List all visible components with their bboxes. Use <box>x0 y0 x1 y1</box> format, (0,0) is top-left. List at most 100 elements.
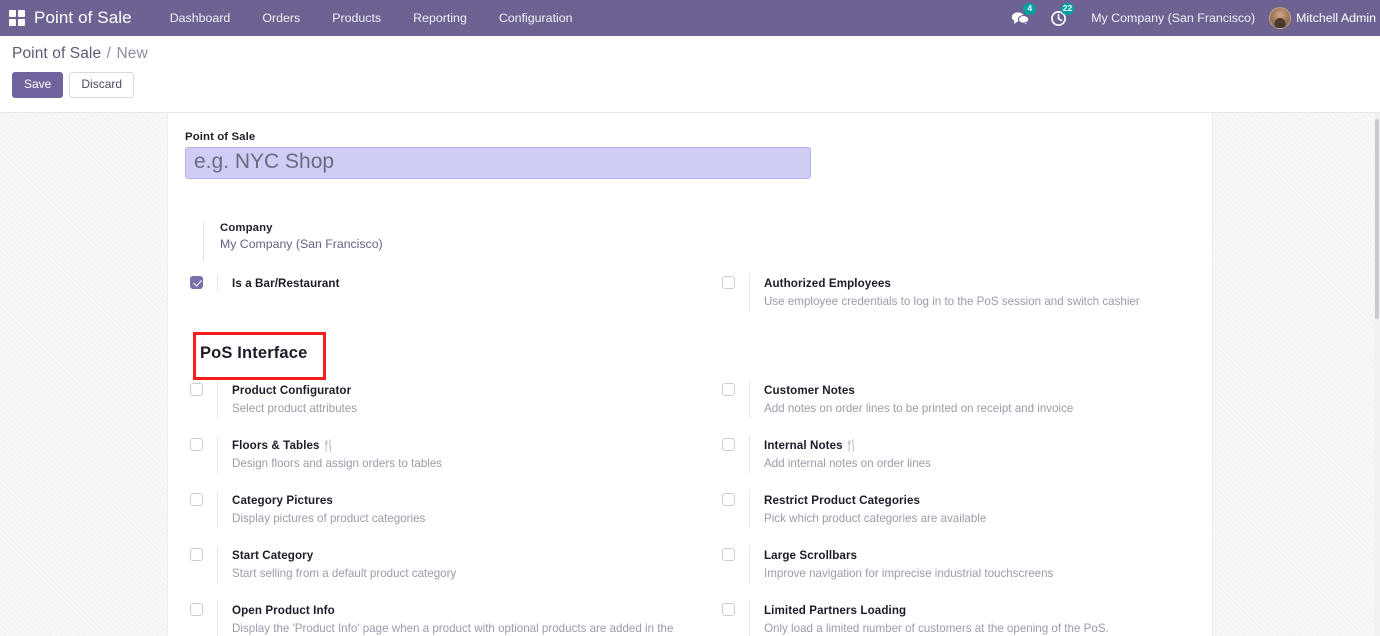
setting-category-pictures[interactable]: Category Pictures Display pictures of pr… <box>190 491 708 528</box>
control-panel: Point of Sale / New Save Discard <box>0 36 1380 113</box>
user-menu[interactable]: Mitchell Admin <box>1269 7 1380 29</box>
setting-title-open-product-info: Open Product Info <box>232 604 335 617</box>
checkbox-floors-and-tables[interactable] <box>190 438 203 451</box>
point-of-sale-name-input[interactable] <box>185 147 811 179</box>
menu-item-configuration[interactable]: Configuration <box>483 0 589 36</box>
setting-desc-authorized-employees: Use employee credentials to log in to th… <box>764 293 1140 311</box>
top-navbar: Point of Sale Dashboard Orders Products … <box>0 0 1380 36</box>
setting-title-text-floors-and-tables: Floors & Tables <box>232 439 320 452</box>
setting-is-a-bar-restaurant[interactable]: Is a Bar/Restaurant <box>190 274 708 292</box>
checkbox-large-scrollbars[interactable] <box>722 548 735 561</box>
menu-item-dashboard[interactable]: Dashboard <box>154 0 247 36</box>
setting-desc-restrict-product-categories: Pick which product categories are availa… <box>764 510 986 528</box>
setting-restrict-product-categories[interactable]: Restrict Product Categories Pick which p… <box>722 491 1231 528</box>
checkbox-start-category[interactable] <box>190 548 203 561</box>
checkbox-product-configurator[interactable] <box>190 383 203 396</box>
breadcrumb-separator: / <box>107 45 111 62</box>
company-field-label: Company <box>220 222 1196 234</box>
setting-internal-notes[interactable]: Internal Notes🍴 Add internal notes on or… <box>722 436 1231 473</box>
form-sheet: Point of Sale Company My Company (San Fr… <box>167 113 1213 636</box>
point-of-sale-label: Point of Sale <box>185 131 1196 143</box>
breadcrumb: Point of Sale / New <box>0 45 1380 63</box>
apps-menu-button[interactable] <box>0 10 34 26</box>
setting-desc-large-scrollbars: Improve navigation for imprecise industr… <box>764 565 1053 583</box>
setting-title-restrict-product-categories: Restrict Product Categories <box>764 494 920 507</box>
settings-column-left-top: Is a Bar/Restaurant <box>185 274 708 329</box>
company-field: Company My Company (San Francisco) <box>203 222 1196 262</box>
checkbox-is-a-bar-restaurant[interactable] <box>190 276 203 289</box>
record-actions: Save Discard <box>0 63 1380 98</box>
setting-large-scrollbars[interactable]: Large Scrollbars Improve navigation for … <box>722 546 1231 583</box>
setting-title-start-category: Start Category <box>232 549 313 562</box>
checkbox-open-product-info[interactable] <box>190 603 203 616</box>
company-field-value[interactable]: My Company (San Francisco) <box>220 237 1196 251</box>
checkbox-limited-partners-loading[interactable] <box>722 603 735 616</box>
setting-text-restrict-product-categories: Restrict Product Categories Pick which p… <box>749 491 986 528</box>
activity-badge: 22 <box>1061 3 1074 15</box>
setting-desc-floors-and-tables: Design floors and assign orders to table… <box>232 455 442 473</box>
setting-title-product-configurator: Product Configurator <box>232 384 351 397</box>
page-body: Point of Sale Company My Company (San Fr… <box>0 113 1380 636</box>
setting-desc-limited-partners-loading: Only load a limited number of customers … <box>764 620 1109 636</box>
setting-text-large-scrollbars: Large Scrollbars Improve navigation for … <box>749 546 1053 583</box>
setting-title-is-a-bar-restaurant: Is a Bar/Restaurant <box>232 277 340 290</box>
setting-text-product-configurator: Product Configurator Select product attr… <box>217 381 357 418</box>
setting-desc-internal-notes: Add internal notes on order lines <box>764 455 931 473</box>
user-name-label: Mitchell Admin <box>1296 11 1376 25</box>
setting-text-category-pictures: Category Pictures Display pictures of pr… <box>217 491 425 528</box>
checkbox-internal-notes[interactable] <box>722 438 735 451</box>
setting-title-large-scrollbars: Large Scrollbars <box>764 549 857 562</box>
breadcrumb-item-new: New <box>116 45 147 62</box>
company-switcher[interactable]: My Company (San Francisco) <box>1077 11 1269 25</box>
setting-desc-customer-notes: Add notes on order lines to be printed o… <box>764 400 1073 418</box>
menu-item-orders[interactable]: Orders <box>246 0 316 36</box>
form-sheet-inner: Point of Sale Company My Company (San Fr… <box>168 131 1212 636</box>
setting-text-is-a-bar-restaurant: Is a Bar/Restaurant <box>217 274 340 292</box>
main-menu: Dashboard Orders Products Reporting Conf… <box>154 0 589 36</box>
save-button[interactable]: Save <box>12 72 63 98</box>
setting-desc-product-configurator: Select product attributes <box>232 400 357 418</box>
setting-authorized-employees[interactable]: Authorized Employees Use employee creden… <box>722 274 1231 311</box>
menu-item-products[interactable]: Products <box>316 0 397 36</box>
settings-column-right: Customer Notes Add notes on order lines … <box>708 381 1231 636</box>
settings-row-main: Product Configurator Select product attr… <box>185 381 1196 636</box>
discard-button[interactable]: Discard <box>69 72 134 98</box>
messages-button[interactable]: 4 <box>1001 0 1039 36</box>
setting-product-configurator[interactable]: Product Configurator Select product attr… <box>190 381 708 418</box>
page-scrollbar-thumb[interactable] <box>1375 119 1379 319</box>
setting-title-limited-partners-loading: Limited Partners Loading <box>764 604 906 617</box>
setting-desc-open-product-info: Display the 'Product Info' page when a p… <box>232 620 700 636</box>
setting-floors-and-tables[interactable]: Floors & Tables🍴 Design floors and assig… <box>190 436 708 473</box>
setting-title-text-internal-notes: Internal Notes <box>764 439 843 452</box>
setting-title-internal-notes: Internal Notes🍴 <box>764 439 859 452</box>
setting-open-product-info[interactable]: Open Product Info Display the 'Product I… <box>190 601 708 636</box>
setting-text-start-category: Start Category Start selling from a defa… <box>217 546 456 583</box>
setting-title-category-pictures: Category Pictures <box>232 494 333 507</box>
activity-button[interactable]: 22 <box>1039 0 1077 36</box>
setting-start-category[interactable]: Start Category Start selling from a defa… <box>190 546 708 583</box>
setting-text-customer-notes: Customer Notes Add notes on order lines … <box>749 381 1073 418</box>
checkbox-restrict-product-categories[interactable] <box>722 493 735 506</box>
setting-text-limited-partners-loading: Limited Partners Loading Only load a lim… <box>749 601 1109 636</box>
breadcrumb-item-point-of-sale[interactable]: Point of Sale <box>12 45 101 62</box>
apps-grid-icon <box>9 10 25 26</box>
setting-text-internal-notes: Internal Notes🍴 Add internal notes on or… <box>749 436 931 473</box>
settings-area: Is a Bar/Restaurant Authorized Employees… <box>185 274 1196 636</box>
setting-desc-start-category: Start selling from a default product cat… <box>232 565 456 583</box>
checkbox-authorized-employees[interactable] <box>722 276 735 289</box>
setting-title-floors-and-tables: Floors & Tables🍴 <box>232 439 335 452</box>
setting-title-customer-notes: Customer Notes <box>764 384 855 397</box>
page-scrollbar-track[interactable] <box>1374 113 1380 636</box>
messages-badge: 4 <box>1023 3 1036 15</box>
setting-limited-partners-loading[interactable]: Limited Partners Loading Only load a lim… <box>722 601 1231 636</box>
settings-row-top: Is a Bar/Restaurant Authorized Employees… <box>185 274 1196 329</box>
setting-customer-notes[interactable]: Customer Notes Add notes on order lines … <box>722 381 1231 418</box>
checkbox-category-pictures[interactable] <box>190 493 203 506</box>
section-heading-wrap: PoS Interface <box>185 331 1196 381</box>
setting-text-open-product-info: Open Product Info Display the 'Product I… <box>217 601 700 636</box>
section-heading-pos-interface: PoS Interface <box>200 344 307 363</box>
checkbox-customer-notes[interactable] <box>722 383 735 396</box>
menu-item-reporting[interactable]: Reporting <box>397 0 483 36</box>
settings-column-left: Product Configurator Select product attr… <box>185 381 708 636</box>
app-brand-title[interactable]: Point of Sale <box>34 8 132 28</box>
